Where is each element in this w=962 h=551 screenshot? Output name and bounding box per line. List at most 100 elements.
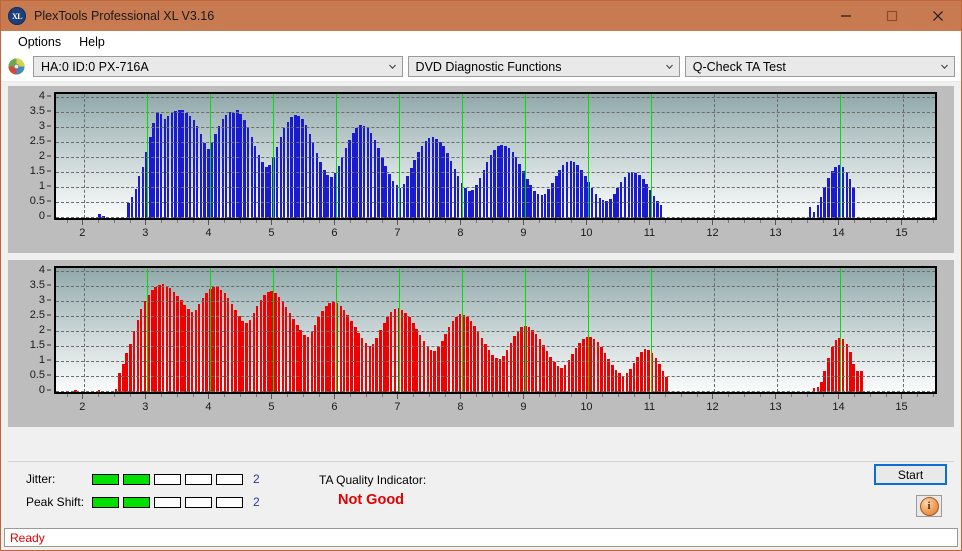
- y-axis-label: 3.5: [29, 105, 45, 118]
- gridline-vertical: [903, 94, 905, 218]
- chart-bar: [630, 171, 634, 218]
- y-axis-tick: [47, 284, 51, 286]
- chart-bar: [325, 305, 328, 392]
- x-axis-label: 11: [643, 401, 656, 413]
- gridline-vertical: [84, 94, 86, 218]
- chart-bar: [288, 312, 292, 392]
- x-axis-tick-minor: [539, 220, 541, 223]
- x-axis-tick-minor: [633, 394, 635, 397]
- marker-line: [399, 94, 401, 218]
- chart-bar: [306, 336, 310, 392]
- chart-bar: [509, 342, 513, 392]
- chart-bar: [245, 323, 248, 392]
- y-axis-tick: [47, 200, 51, 202]
- x-axis-label: 14: [832, 401, 845, 413]
- chart-bar: [402, 183, 406, 218]
- x-axis-tick: [901, 220, 903, 225]
- x-axis-label: 7: [394, 401, 401, 413]
- jitter-value: 2: [253, 472, 260, 486]
- chart-bar: [540, 195, 544, 218]
- x-axis-tick: [460, 394, 462, 399]
- chart-bar: [590, 188, 594, 218]
- chart-bar: [429, 349, 433, 392]
- start-button[interactable]: Start: [874, 464, 947, 485]
- x-axis-tick-minor: [176, 394, 178, 397]
- chart-bar: [348, 139, 351, 218]
- menu-item-options[interactable]: Options: [9, 34, 70, 50]
- chart-bar: [453, 168, 457, 218]
- chart-bar: [638, 174, 641, 218]
- chart-bar: [149, 137, 152, 218]
- info-icon-glyph: i: [927, 500, 931, 512]
- meter-segment: [92, 496, 119, 508]
- gridline-horizontal: [56, 391, 935, 392]
- chart-bar: [422, 340, 426, 392]
- chart-bar: [404, 312, 407, 392]
- chart-bar: [388, 173, 391, 218]
- chart-bar: [250, 136, 254, 218]
- x-axis-tick-minor: [917, 220, 919, 223]
- marker-line: [147, 94, 149, 218]
- maximize-icon[interactable]: [869, 1, 915, 31]
- chart-bar: [303, 334, 306, 392]
- chart-bar: [357, 332, 360, 392]
- x-axis-label: 10: [580, 227, 593, 239]
- x-axis-tick-minor: [192, 220, 194, 223]
- chart-bar: [265, 167, 268, 218]
- x-axis-label: 12: [706, 401, 719, 413]
- gridline-horizontal: [56, 172, 935, 174]
- chart-bar: [556, 365, 560, 392]
- x-axis-tick-minor: [413, 394, 415, 397]
- chart-bar: [611, 364, 614, 392]
- marker-line: [399, 268, 401, 392]
- x-axis-tick: [82, 220, 84, 225]
- chart-bar: [152, 122, 155, 218]
- minimize-icon[interactable]: [823, 1, 869, 31]
- marker-line: [273, 268, 275, 392]
- chart-bar: [315, 152, 319, 218]
- x-axis-tick: [523, 394, 525, 399]
- chevron-down-icon: [387, 61, 398, 72]
- gridline-horizontal: [56, 217, 935, 218]
- close-icon[interactable]: [915, 1, 961, 31]
- x-axis-tick: [271, 220, 273, 225]
- x-axis-tick-minor: [444, 394, 446, 397]
- x-axis-tick: [208, 220, 210, 225]
- chart-bar: [656, 200, 659, 218]
- chart-bar: [513, 335, 516, 392]
- chevron-down-icon: [939, 61, 950, 72]
- x-axis-tick-minor: [129, 394, 131, 397]
- jitter-chart-y-axis: 0 0.5 1 1.5 2 2.5 3 3.5 4: [8, 86, 52, 226]
- chart-bar: [555, 175, 558, 218]
- function-select[interactable]: DVD Diagnostic Functions: [407, 56, 680, 77]
- chart-bar: [621, 375, 625, 392]
- x-axis-label: 6: [331, 401, 338, 413]
- status-text: Ready: [10, 530, 45, 545]
- x-axis-label: 15: [895, 401, 908, 413]
- drive-select[interactable]: HA:0 ID:0 PX-716A: [33, 56, 403, 77]
- menu-item-help[interactable]: Help: [70, 34, 114, 50]
- chart-bar: [860, 371, 863, 392]
- test-select[interactable]: Q-Check TA Test: [684, 56, 955, 77]
- chart-bar: [141, 166, 145, 218]
- chart-bar: [629, 368, 632, 392]
- x-axis-tick-minor: [350, 220, 352, 223]
- app-logo-icon: XL: [8, 7, 26, 25]
- chart-bar: [435, 138, 438, 218]
- x-axis-tick-minor: [696, 394, 698, 397]
- y-axis-tick: [47, 215, 51, 217]
- chart-bar: [558, 169, 561, 218]
- chart-bar: [417, 152, 420, 218]
- chart-bar: [505, 349, 509, 392]
- x-axis-tick-minor: [854, 220, 856, 223]
- x-axis-tick: [397, 220, 399, 225]
- marker-line: [651, 268, 653, 392]
- info-button[interactable]: i: [916, 495, 942, 517]
- x-axis-tick-minor: [617, 394, 619, 397]
- chart-bar: [444, 333, 447, 392]
- app-logo-text: XL: [11, 11, 23, 21]
- chart-bar: [368, 345, 372, 392]
- chart-bar: [658, 363, 661, 392]
- y-axis-tick: [47, 125, 51, 127]
- x-axis-tick-minor: [365, 220, 367, 223]
